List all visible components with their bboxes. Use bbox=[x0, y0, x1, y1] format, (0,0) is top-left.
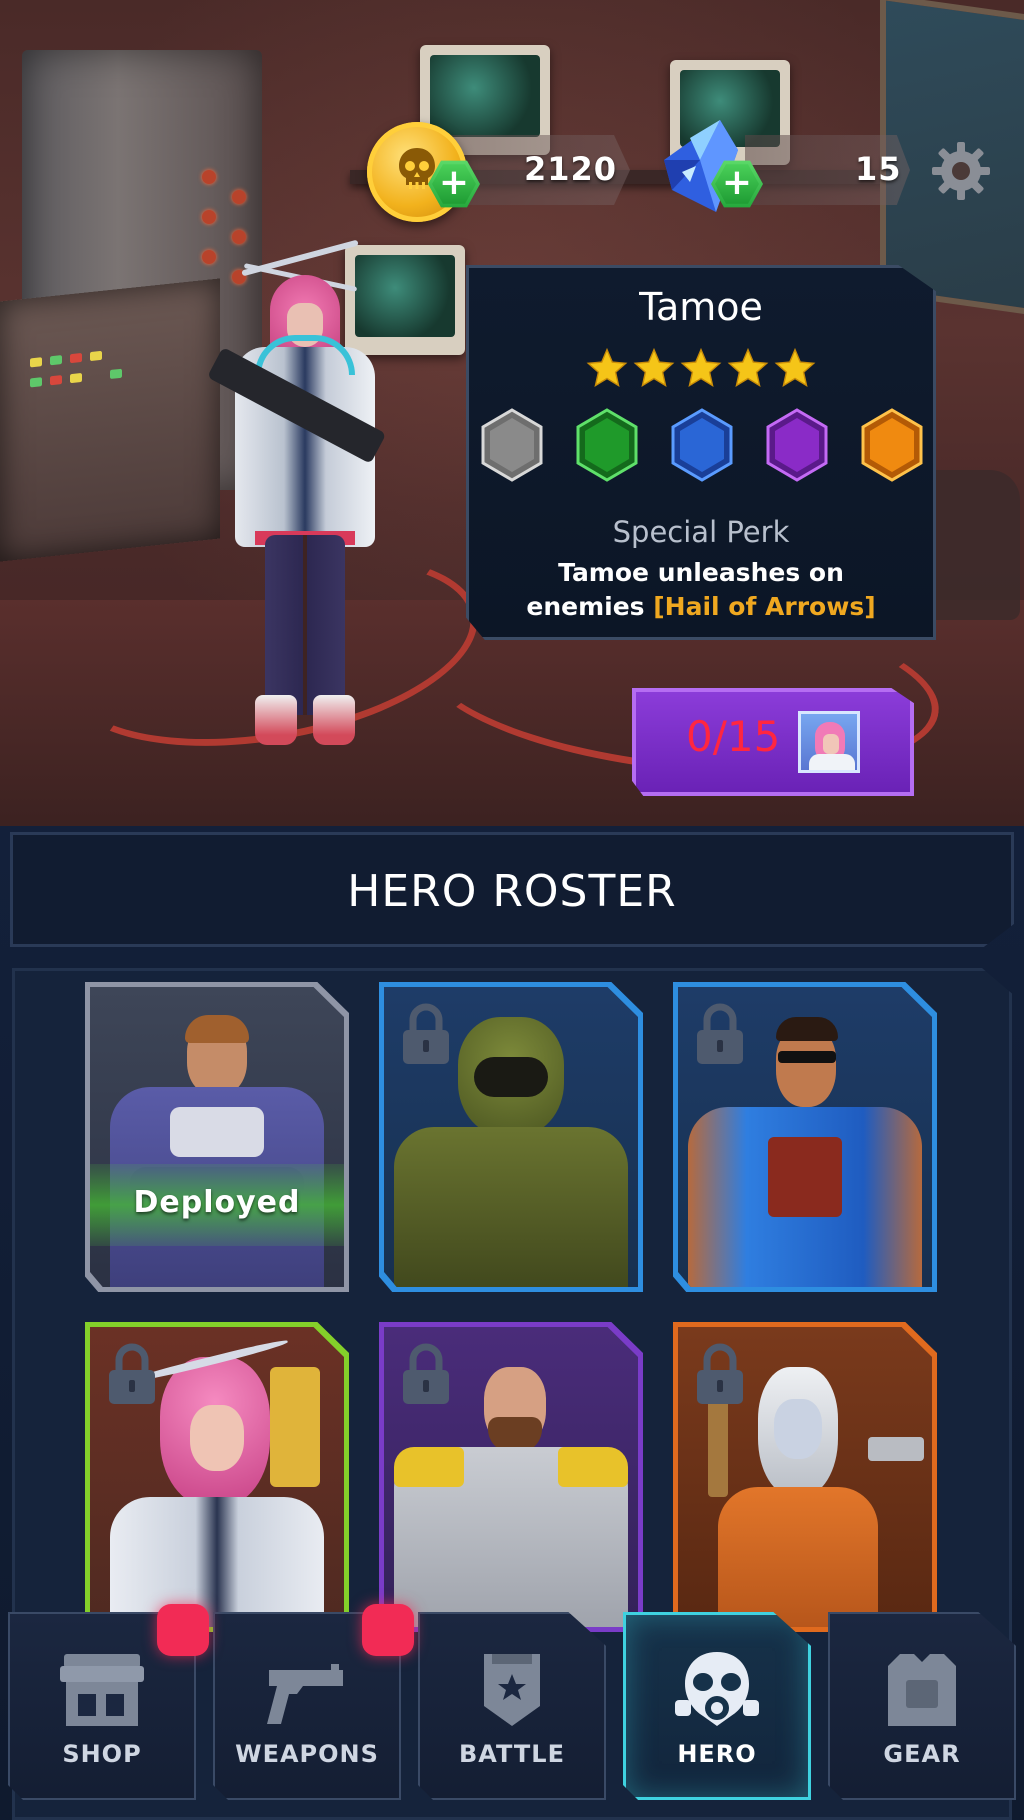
lock-icon bbox=[697, 1343, 743, 1404]
star-icon bbox=[727, 347, 769, 389]
lock-icon bbox=[697, 1003, 743, 1064]
gear-icon[interactable] bbox=[930, 140, 992, 202]
hero-card-selected[interactable] bbox=[85, 1322, 349, 1632]
rank-hex-purple[interactable] bbox=[765, 408, 829, 482]
rank-hex-grey[interactable] bbox=[480, 408, 544, 482]
shop-icon bbox=[60, 1654, 144, 1726]
deployed-label: Deployed bbox=[133, 1185, 301, 1220]
perk-line-2-prefix: enemies bbox=[526, 592, 654, 621]
nav-label-gear: GEAR bbox=[883, 1740, 961, 1768]
gas-mask-icon bbox=[675, 1652, 759, 1726]
shop-notification-badge bbox=[157, 1604, 209, 1656]
gem-amount: 15 bbox=[855, 150, 902, 188]
perk-line-2: enemies [Hail of Arrows] bbox=[466, 590, 936, 624]
hero-card-deployed[interactable]: Deployed bbox=[85, 982, 349, 1292]
plus-icon: + bbox=[721, 161, 753, 203]
nav-label-weapons: WEAPONS bbox=[235, 1740, 379, 1768]
rank-hex-orange[interactable] bbox=[860, 408, 924, 482]
special-perk-label: Special Perk bbox=[612, 515, 790, 549]
lock-icon bbox=[403, 1003, 449, 1064]
perk-ability-name: [Hail of Arrows] bbox=[653, 592, 876, 621]
shard-count: 0/15 bbox=[686, 712, 781, 761]
star-icon bbox=[774, 347, 816, 389]
nav-label-hero: HERO bbox=[677, 1740, 757, 1768]
rarity-tier-row bbox=[478, 408, 928, 486]
rank-hex-green[interactable] bbox=[575, 408, 639, 482]
hero-card-locked[interactable] bbox=[673, 982, 937, 1292]
gold-amount: 2120 bbox=[524, 150, 618, 188]
hero-card-locked[interactable] bbox=[379, 1322, 643, 1632]
special-perk-description: Tamoe unleashes on enemies [Hail of Arro… bbox=[466, 556, 936, 624]
hero-shard-portrait bbox=[798, 711, 860, 773]
star-icon bbox=[586, 347, 628, 389]
hero-name: Tamoe bbox=[639, 285, 763, 329]
pistol-icon bbox=[267, 1664, 343, 1724]
lock-icon bbox=[109, 1343, 155, 1404]
rank-hex-blue[interactable] bbox=[670, 408, 734, 482]
hero-3d-model[interactable] bbox=[207, 235, 395, 745]
battle-badge-icon bbox=[484, 1654, 540, 1726]
nav-label-battle: BATTLE bbox=[459, 1740, 565, 1768]
hero-star-rating bbox=[586, 347, 816, 389]
perk-line-1: Tamoe unleashes on bbox=[558, 558, 844, 587]
star-icon bbox=[633, 347, 675, 389]
hero-card-locked[interactable] bbox=[379, 982, 643, 1292]
nav-label-shop: SHOP bbox=[62, 1740, 142, 1768]
star-icon bbox=[680, 347, 722, 389]
weapons-notification-badge bbox=[362, 1604, 414, 1656]
control-console bbox=[0, 278, 220, 562]
lock-icon bbox=[403, 1343, 449, 1404]
hero-card-locked[interactable] bbox=[673, 1322, 937, 1632]
armor-vest-icon bbox=[888, 1654, 956, 1726]
roster-title: HERO ROSTER bbox=[347, 866, 677, 917]
plus-icon: + bbox=[438, 161, 470, 203]
